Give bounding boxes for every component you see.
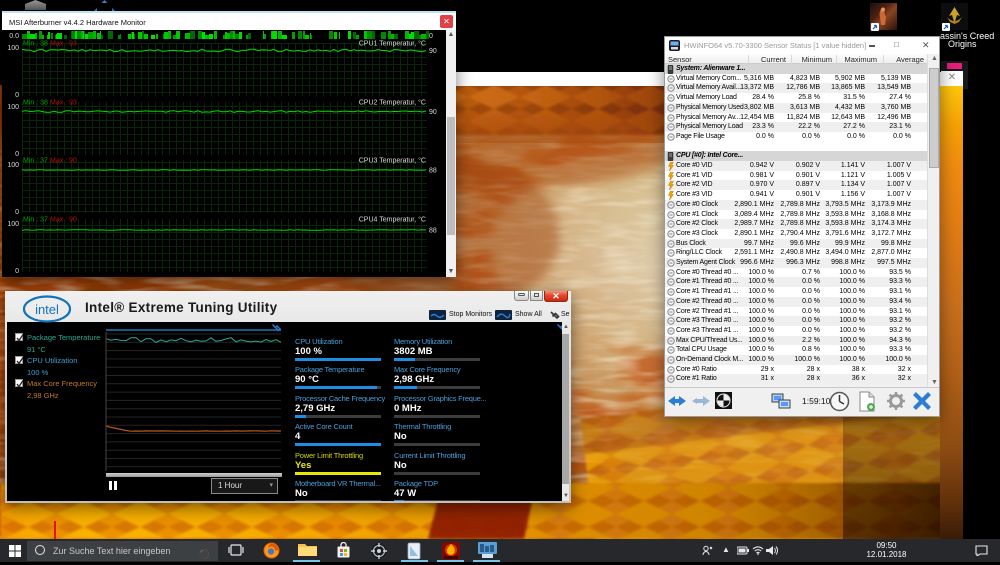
svg-text:CPU3 Temperatur, °C: CPU3 Temperatur, °C: [359, 157, 426, 165]
svg-text:88: 88: [429, 228, 437, 235]
svg-text:Min : 37: Min : 37: [23, 217, 48, 224]
svg-text:intel: intel: [35, 302, 59, 317]
svg-text:88: 88: [429, 168, 437, 175]
svg-text:100: 100: [7, 104, 19, 111]
svg-text:Max : 93: Max : 93: [50, 41, 77, 48]
svg-text:CPU4 Temperatur, °C: CPU4 Temperatur, °C: [359, 216, 426, 224]
svg-text:CPU1 Temperatur, °C: CPU1 Temperatur, °C: [359, 40, 426, 48]
svg-text:Max : 90: Max : 90: [50, 158, 77, 165]
svg-text:0: 0: [15, 209, 19, 216]
svg-text:Min : 38: Min : 38: [23, 41, 48, 48]
svg-text:0: 0: [429, 33, 433, 40]
svg-text:Min : 37: Min : 37: [23, 158, 48, 165]
svg-text:90: 90: [429, 109, 437, 116]
svg-text:0: 0: [15, 92, 19, 99]
svg-text:Max : 90: Max : 90: [50, 217, 77, 224]
svg-text:0: 0: [15, 151, 19, 158]
svg-text:100: 100: [7, 221, 19, 228]
svg-text:100: 100: [7, 45, 19, 52]
svg-text:CPU2 Temperatur, °C: CPU2 Temperatur, °C: [359, 99, 426, 107]
svg-text:Min : 38: Min : 38: [23, 100, 48, 107]
svg-text:100: 100: [7, 162, 19, 169]
svg-text:0.0: 0.0: [9, 33, 19, 40]
svg-text:Max : 93: Max : 93: [50, 100, 77, 107]
svg-text:90: 90: [429, 48, 437, 55]
svg-text:0: 0: [15, 268, 19, 275]
